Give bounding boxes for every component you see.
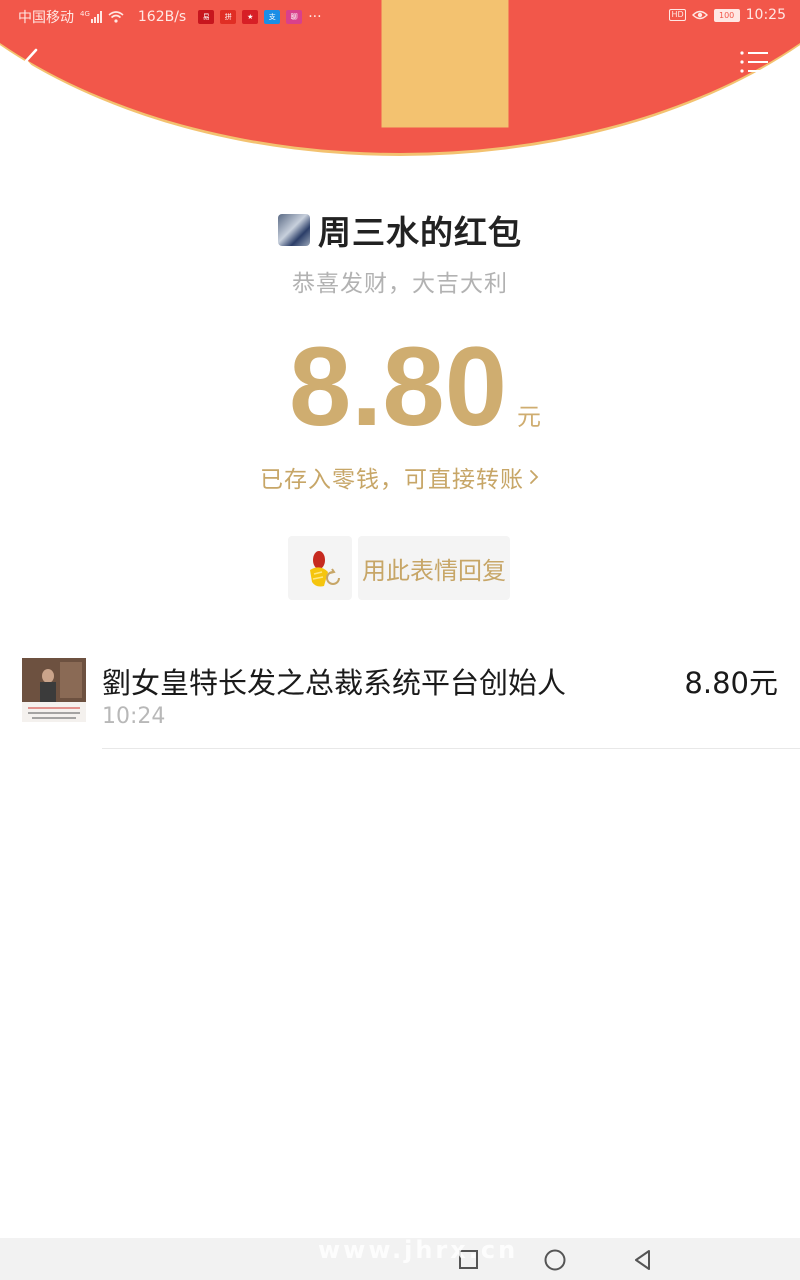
netease-icon: 易 xyxy=(198,10,215,24)
sticker-thumbnail[interactable] xyxy=(288,536,352,600)
amount-row: 8.80 元 xyxy=(0,328,800,446)
network-speed-label: 162B/s xyxy=(137,9,187,25)
back-button[interactable] xyxy=(16,44,48,80)
status-bar: 中国移动 4G 162B/s 易 拼 ★ 支 聊 ··· HD 100 10:2… xyxy=(0,0,800,32)
list-menu-icon xyxy=(740,51,768,73)
hd-badge: HD xyxy=(669,9,686,21)
sender-name: 周三水的红包 xyxy=(318,213,522,252)
amount-unit: 元 xyxy=(516,403,541,431)
signal-icon: 4G xyxy=(80,10,102,23)
clock-label: 10:25 xyxy=(745,7,786,23)
receiver-amount: 8.80元 xyxy=(684,666,778,700)
status-left: 中国移动 4G 162B/s 易 拼 ★ 支 聊 ··· xyxy=(18,7,322,27)
network-type-label: 4G xyxy=(80,10,90,18)
circle-icon xyxy=(544,1249,566,1271)
receiver-row[interactable]: 劉女皇特长发之总裁系统平台创始人 10:24 8.80元 xyxy=(22,658,800,750)
battery-icon: 100 xyxy=(713,8,740,22)
receiver-time: 10:24 xyxy=(102,704,166,729)
status-right: HD 100 10:25 xyxy=(669,7,786,23)
watermark: www.jhrx.cn xyxy=(318,1236,519,1264)
sticker-icon xyxy=(310,551,340,587)
eye-icon xyxy=(691,10,708,20)
chevron-right-icon xyxy=(530,470,539,484)
sender-avatar xyxy=(278,214,310,246)
reply-with-sticker[interactable]: 用此表情回复 xyxy=(288,536,510,600)
triangle-back-icon xyxy=(635,1250,650,1270)
wifi-icon xyxy=(108,11,124,23)
list-divider xyxy=(102,748,800,749)
receiver-name: 劉女皇特长发之总裁系统平台创始人 xyxy=(102,666,567,700)
alipay-icon: 支 xyxy=(264,10,281,24)
amount-value: 8.80 xyxy=(289,324,507,449)
greeting-text: 恭喜发财，大吉大利 xyxy=(292,271,508,297)
pinduoduo-icon: 拼 xyxy=(220,10,237,24)
sender-row: 周三水的红包 xyxy=(0,206,800,254)
home-button[interactable] xyxy=(542,1247,568,1273)
red-packet-detail-screen: 中国移动 4G 162B/s 易 拼 ★ 支 聊 ··· HD 100 10:2… xyxy=(0,0,800,1280)
menu-button[interactable] xyxy=(738,46,772,78)
reply-sticker-button[interactable]: 用此表情回复 xyxy=(358,536,510,600)
change-wallet-link[interactable]: 已存入零钱，可直接转账 xyxy=(0,460,800,494)
carrier-label: 中国移动 xyxy=(18,10,74,26)
reply-sticker-label: 用此表情回复 xyxy=(362,556,506,585)
flag-icon: ★ xyxy=(242,10,259,24)
more-notifications: ··· xyxy=(308,9,322,25)
back-nav-button[interactable] xyxy=(630,1247,656,1273)
chevron-left-icon xyxy=(24,48,38,74)
receiver-photo xyxy=(22,658,86,722)
change-link-label: 已存入零钱，可直接转账 xyxy=(260,467,524,493)
weibo-icon: 聊 xyxy=(286,10,303,24)
receiver-avatar xyxy=(22,658,86,722)
